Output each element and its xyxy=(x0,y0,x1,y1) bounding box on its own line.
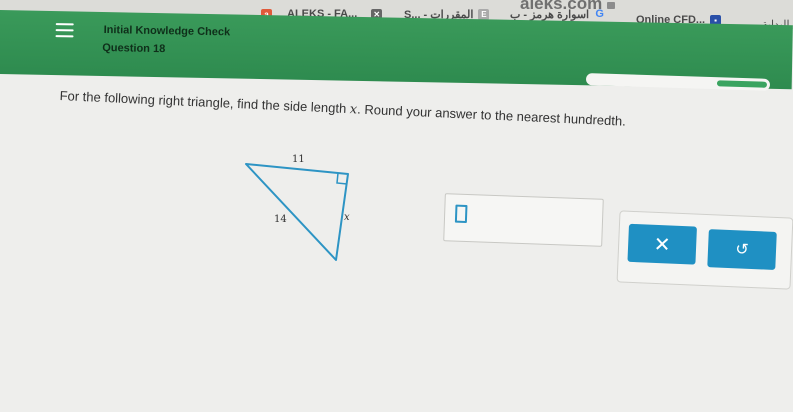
question-text-before: For the following right triangle, find t… xyxy=(59,88,351,117)
undo-icon: ↺ xyxy=(734,241,750,259)
top-side-label: 11 xyxy=(292,154,305,165)
right-triangle-figure: 11 14 x xyxy=(245,154,350,261)
close-icon: ✕ xyxy=(653,233,672,257)
input-cursor xyxy=(454,204,468,224)
assessment-title: Initial Knowledge Check xyxy=(103,23,231,39)
answer-input[interactable] xyxy=(443,193,604,247)
triangle-shape xyxy=(245,163,349,261)
clear-button[interactable]: ✕ xyxy=(627,223,697,265)
question-number: Question 18 xyxy=(102,41,166,56)
action-panel: ✕ ↺ xyxy=(616,210,793,290)
hypotenuse-label: 14 xyxy=(274,214,287,225)
question-text: For the following right triangle, find t… xyxy=(59,88,626,130)
progress-fill xyxy=(716,80,768,88)
menu-icon[interactable] xyxy=(55,23,74,38)
question-text-after: . Round your answer to the nearest hundr… xyxy=(356,101,627,129)
x-side-label: x xyxy=(344,212,350,223)
undo-button[interactable]: ↺ xyxy=(707,229,777,270)
